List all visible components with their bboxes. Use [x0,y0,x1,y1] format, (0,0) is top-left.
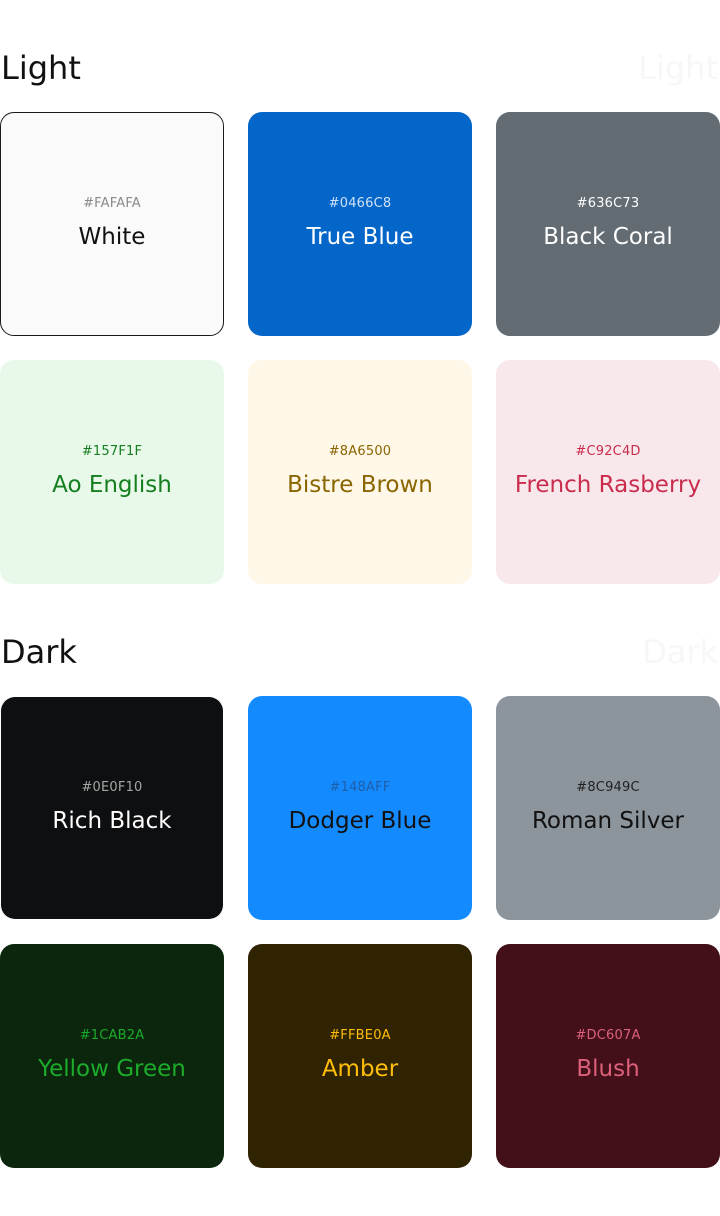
swatch-hex: #0E0F10 [81,779,143,795]
swatch-yellow-green: #1CAB2A Yellow Green [0,944,224,1168]
swatch-dodger-blue: #148AFF Dodger Blue [248,696,472,920]
swatch-name: Roman Silver [531,807,684,834]
swatch-amber: #FFBE0A Amber [248,944,472,1168]
swatch-name: Blush [576,1055,640,1082]
swatch-hex: #8A6500 [328,443,392,459]
swatch-rich-black: #0E0F10 Rich Black [1,697,223,919]
swatch-name: Ao English [52,471,172,498]
swatch-name: French Rasberry [514,471,702,498]
swatch-hex: #FAFAFA [83,195,141,211]
swatch-hex: #DC607A [575,1027,641,1043]
swatch-hex: #148AFF [329,779,391,795]
swatch-name: Rich Black [52,807,172,834]
swatch-name: Bistre Brown [287,471,433,498]
swatch-name: Black Coral [543,223,673,250]
swatch-bistre-brown: #8A6500 Bistre Brown [248,360,472,584]
swatch-name: Dodger Blue [288,807,432,834]
light-section-title: Light [1,49,81,87]
swatch-hex: #8C949C [576,779,640,795]
swatch-name: White [78,223,146,250]
swatch-name: Yellow Green [38,1055,186,1082]
swatch-blush: #DC607A Blush [496,944,720,1168]
swatch-true-blue: #0466C8 True Blue [248,112,472,336]
swatch-ao-english: #157F1F Ao English [0,360,224,584]
swatch-roman-silver: #8C949C Roman Silver [496,696,720,920]
dark-section-ghost-title: Dark [642,633,718,671]
swatch-white: #FAFAFA White [0,112,224,336]
light-section-ghost-title: Light [638,49,718,87]
swatch-hex: #0466C8 [328,195,392,211]
swatch-black-coral: #636C73 Black Coral [496,112,720,336]
dark-section-title: Dark [1,633,77,671]
swatch-hex: #636C73 [576,195,640,211]
swatch-hex: #157F1F [81,443,143,459]
swatch-name: True Blue [306,223,414,250]
swatch-french-rasberry: #C92C4D French Rasberry [496,360,720,584]
swatch-hex: #C92C4D [575,443,641,459]
swatch-name: Amber [321,1055,399,1082]
swatch-hex: #FFBE0A [329,1027,391,1043]
swatch-hex: #1CAB2A [79,1027,145,1043]
